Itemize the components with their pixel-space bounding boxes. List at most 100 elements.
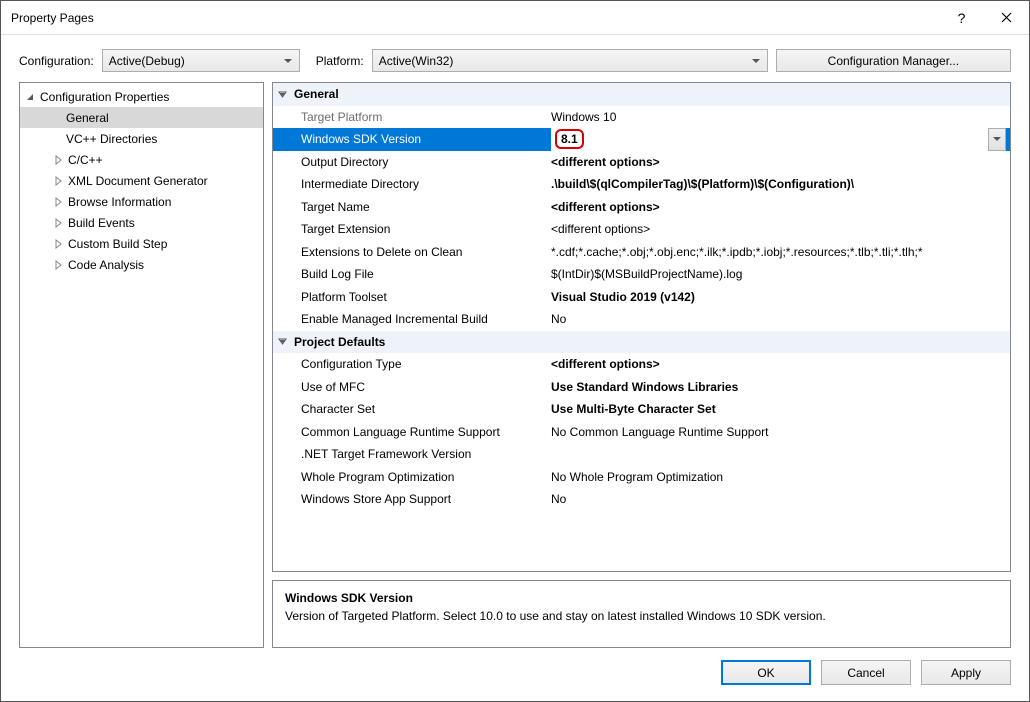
platform-dropdown[interactable]: Active(Win32) <box>372 49 768 72</box>
ok-label: OK <box>757 666 774 680</box>
grid-row-value[interactable]: 8.1 <box>551 128 1006 151</box>
config-manager-label: Configuration Manager... <box>828 54 959 68</box>
configuration-dropdown[interactable]: Active(Debug) <box>102 49 300 72</box>
ok-button[interactable]: OK <box>721 660 811 685</box>
tree-item[interactable]: General <box>20 107 263 128</box>
chevron-down-icon <box>277 336 288 347</box>
tree-panel[interactable]: Configuration Properties General VC++ Dir… <box>19 82 264 648</box>
grid-row-label: Target Name <box>273 200 551 214</box>
grid-row[interactable]: Build Log File$(IntDir)$(MSBuildProjectN… <box>273 263 1010 286</box>
grid-row-label: .NET Target Framework Version <box>273 447 551 461</box>
tree-item-label: C/C++ <box>68 153 103 167</box>
description-text: Version of Targeted Platform. Select 10.… <box>285 609 998 623</box>
tree-item[interactable]: Code Analysis <box>20 254 263 275</box>
platform-value: Active(Win32) <box>379 54 454 68</box>
config-manager-button[interactable]: Configuration Manager... <box>776 49 1011 72</box>
configuration-label: Configuration: <box>19 54 94 68</box>
grid-row[interactable]: Extensions to Delete on Clean*.cdf;*.cac… <box>273 241 1010 264</box>
grid-row[interactable]: Windows SDK Version8.1 <box>273 128 1010 151</box>
apply-label: Apply <box>951 666 981 680</box>
grid-row-value: *.cdf;*.cache;*.obj;*.obj.enc;*.ilk;*.ip… <box>551 245 1006 259</box>
grid-row-label: Enable Managed Incremental Build <box>273 312 551 326</box>
close-button[interactable] <box>984 1 1029 35</box>
grid-row-value: No Common Language Runtime Support <box>551 425 1006 439</box>
property-grid[interactable]: GeneralTarget PlatformWindows 10Windows … <box>272 82 1011 572</box>
tree-item-label: Build Events <box>68 216 135 230</box>
grid-row-value: Visual Studio 2019 (v142) <box>551 290 1006 304</box>
grid-row[interactable]: Common Language Runtime SupportNo Common… <box>273 421 1010 444</box>
grid-row[interactable]: .NET Target Framework Version <box>273 443 1010 466</box>
grid-row[interactable]: Use of MFCUse Standard Windows Libraries <box>273 376 1010 399</box>
grid-row-label: Configuration Type <box>273 357 551 371</box>
grid-row[interactable]: Whole Program OptimizationNo Whole Progr… <box>273 466 1010 489</box>
grid-section-title: General <box>294 87 339 101</box>
grid-row-value: <different options> <box>551 155 1006 169</box>
grid-row-value: No <box>551 312 1006 326</box>
expand-icon <box>52 260 64 270</box>
grid-row-value: .\build\$(qlCompilerTag)\$(Platform)\$(C… <box>551 177 1006 191</box>
grid-row-label: Windows SDK Version <box>273 132 551 146</box>
grid-row-label: Common Language Runtime Support <box>273 425 551 439</box>
grid-row[interactable]: Target Name<different options> <box>273 196 1010 219</box>
grid-row-value: No <box>551 492 1006 506</box>
grid-row-label: Whole Program Optimization <box>273 470 551 484</box>
close-icon <box>1001 12 1012 23</box>
tree-item-label: General <box>66 111 109 125</box>
grid-row-value: $(IntDir)$(MSBuildProjectName).log <box>551 267 1006 281</box>
grid-row-label: Use of MFC <box>273 380 551 394</box>
window-title: Property Pages <box>11 11 939 25</box>
grid-row-label: Target Platform <box>273 110 551 124</box>
grid-row-value: No Whole Program Optimization <box>551 470 1006 484</box>
footer: OK Cancel Apply <box>1 648 1029 685</box>
platform-label: Platform: <box>316 54 364 68</box>
tree-root[interactable]: Configuration Properties <box>20 86 263 107</box>
grid-row[interactable]: Configuration Type<different options> <box>273 353 1010 376</box>
value-dropdown-button[interactable] <box>988 128 1006 151</box>
right-panel: GeneralTarget PlatformWindows 10Windows … <box>272 82 1011 648</box>
expand-icon <box>52 197 64 207</box>
tree-item-label: Custom Build Step <box>68 237 167 251</box>
tree-item[interactable]: Browse Information <box>20 191 263 212</box>
chevron-down-icon <box>277 89 288 100</box>
main-area: Configuration Properties General VC++ Dir… <box>1 82 1029 648</box>
tree-item[interactable]: Custom Build Step <box>20 233 263 254</box>
tree-item-label: VC++ Directories <box>66 132 157 146</box>
expand-icon <box>52 218 64 228</box>
tree-item-label: Code Analysis <box>68 258 144 272</box>
tree-item[interactable]: VC++ Directories <box>20 128 263 149</box>
tree-item[interactable]: C/C++ <box>20 149 263 170</box>
expand-icon <box>52 239 64 249</box>
grid-section-header[interactable]: Project Defaults <box>273 331 1010 354</box>
grid-row-label: Extensions to Delete on Clean <box>273 245 551 259</box>
tree-item[interactable]: XML Document Generator <box>20 170 263 191</box>
grid-row[interactable]: Target Extension<different options> <box>273 218 1010 241</box>
grid-section-header[interactable]: General <box>273 83 1010 106</box>
configuration-value: Active(Debug) <box>109 54 185 68</box>
grid-row[interactable]: Enable Managed Incremental BuildNo <box>273 308 1010 331</box>
grid-row-label: Character Set <box>273 402 551 416</box>
description-panel: Windows SDK Version Version of Targeted … <box>272 580 1011 648</box>
grid-row[interactable]: Output Directory<different options> <box>273 151 1010 174</box>
grid-row-label: Intermediate Directory <box>273 177 551 191</box>
cancel-label: Cancel <box>847 666 884 680</box>
cancel-button[interactable]: Cancel <box>821 660 911 685</box>
tree-item-label: XML Document Generator <box>68 174 208 188</box>
apply-button[interactable]: Apply <box>921 660 1011 685</box>
expand-icon <box>52 155 64 165</box>
grid-row-label: Build Log File <box>273 267 551 281</box>
grid-row-label: Platform Toolset <box>273 290 551 304</box>
expand-icon <box>52 176 64 186</box>
description-title: Windows SDK Version <box>285 591 998 605</box>
grid-row[interactable]: Platform ToolsetVisual Studio 2019 (v142… <box>273 286 1010 309</box>
grid-row-value: <different options> <box>551 357 1006 371</box>
grid-row-value: <different options> <box>551 200 1006 214</box>
grid-row[interactable]: Windows Store App SupportNo <box>273 488 1010 511</box>
grid-row[interactable]: Character SetUse Multi-Byte Character Se… <box>273 398 1010 421</box>
grid-row[interactable]: Intermediate Directory.\build\$(qlCompil… <box>273 173 1010 196</box>
grid-row-label: Output Directory <box>273 155 551 169</box>
tree-root-label: Configuration Properties <box>40 90 169 104</box>
tree-item[interactable]: Build Events <box>20 212 263 233</box>
tree-item-label: Browse Information <box>68 195 171 209</box>
grid-row[interactable]: Target PlatformWindows 10 <box>273 106 1010 129</box>
help-button[interactable]: ? <box>939 1 984 35</box>
